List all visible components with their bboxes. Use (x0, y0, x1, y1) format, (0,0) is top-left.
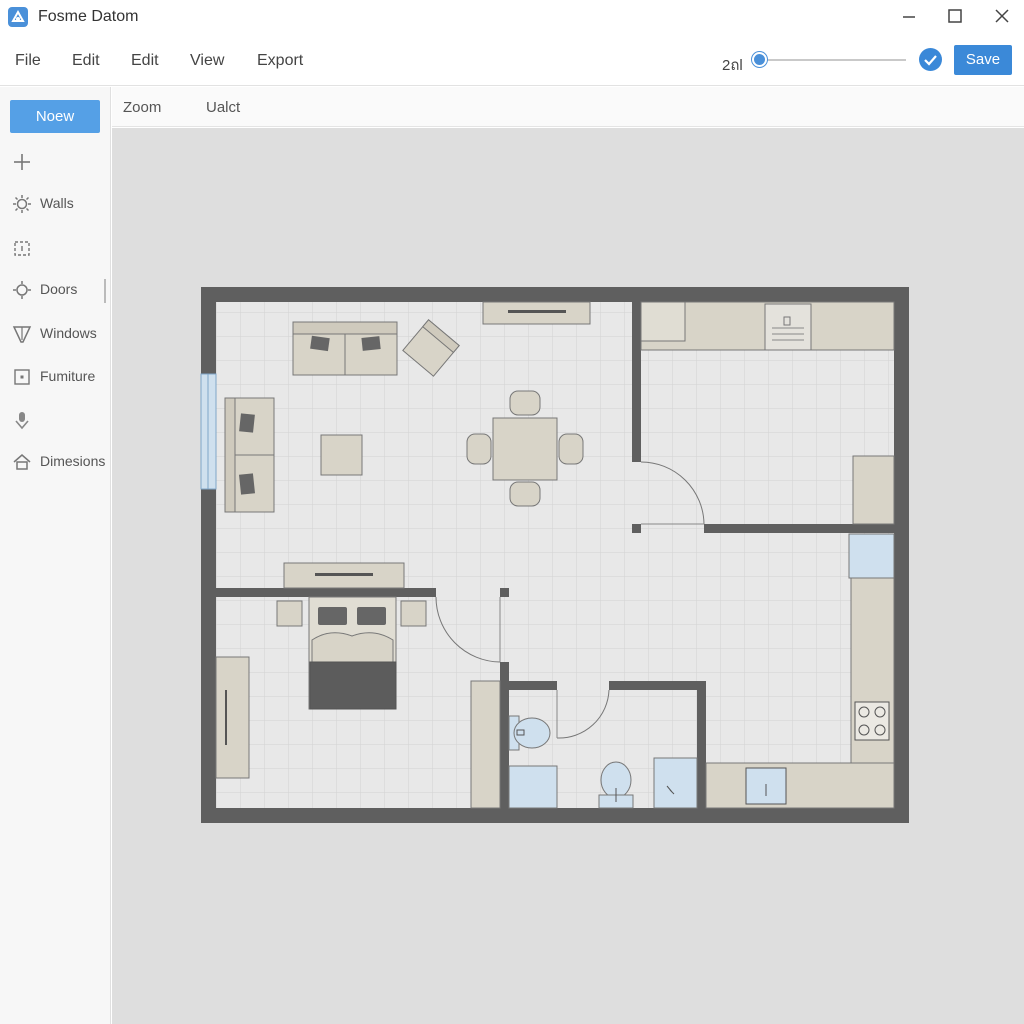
unit-tab[interactable]: Ualct (206, 99, 240, 116)
kitchen-counter-top[interactable] (640, 301, 895, 351)
zoom-slider-thumb[interactable] (752, 52, 767, 67)
dimensions-icon (12, 452, 32, 472)
app-logo-icon (8, 7, 28, 27)
tool-doors-label: Doors (40, 281, 78, 297)
bath-toilet-left[interactable] (508, 715, 551, 751)
save-button[interactable]: Save (954, 45, 1012, 75)
menu-file[interactable]: File (15, 52, 41, 70)
zoom-slider-track[interactable] (756, 59, 906, 61)
wall-bath-top-left[interactable] (509, 681, 557, 690)
doors-icon (12, 280, 32, 300)
tv-unit-top[interactable] (482, 301, 591, 325)
title-bar: Fosme Datom (0, 0, 1024, 34)
new-button[interactable]: Noew (10, 100, 100, 133)
tool-furniture-label: Fumiture (40, 368, 96, 384)
pin-icon (12, 410, 32, 430)
canvas-toolbar: Zoom Ualct (112, 87, 1024, 127)
nightstand-right[interactable] (400, 600, 427, 627)
kitchen-sink[interactable] (745, 767, 787, 805)
wall-bath-left[interactable] (500, 662, 509, 808)
stove[interactable] (854, 701, 890, 741)
wall-bath-right[interactable] (697, 681, 706, 808)
kitchen-cabinet-blue[interactable] (848, 533, 895, 579)
menu-bar: File Edit Edit View Export 2ถl Save (0, 40, 1024, 86)
menu-edit[interactable]: Edit (72, 52, 100, 70)
tools-sidebar: Noew Walls Doors Windows Fumiture Dimesi… (0, 87, 111, 1024)
wall-kitchen-left[interactable] (632, 302, 641, 462)
sidebar-scrollbar[interactable] (104, 279, 106, 303)
menu-view[interactable]: View (190, 52, 224, 70)
fridge[interactable] (852, 455, 895, 525)
tool-dimensions-label: Dimesions (40, 453, 106, 469)
tool-pin[interactable] (10, 407, 110, 433)
wall-post-2[interactable] (500, 588, 509, 597)
tool-dimensions[interactable]: Dimesions (10, 449, 110, 475)
sofa-top[interactable] (292, 321, 398, 376)
wall-post[interactable] (632, 524, 641, 533)
tool-windows[interactable]: Windows (10, 321, 110, 347)
wall-bath-top-right[interactable] (609, 681, 705, 690)
nightstand-left[interactable] (276, 600, 303, 627)
bath-toilet[interactable] (598, 761, 634, 809)
tool-walls[interactable]: Walls (10, 191, 110, 217)
plus-icon (12, 152, 32, 172)
tv-unit-bedroom[interactable] (283, 562, 405, 589)
menu-edit-2[interactable]: Edit (131, 52, 159, 70)
coffee-table[interactable] (320, 434, 363, 476)
minimize-icon[interactable] (896, 4, 922, 30)
furniture-icon (12, 367, 32, 387)
tool-walls-label: Walls (40, 195, 74, 211)
floor-grid (216, 302, 894, 808)
zoom-tab[interactable]: Zoom (123, 99, 161, 116)
drawing-canvas[interactable] (112, 128, 1024, 1024)
tool-select[interactable] (10, 235, 110, 261)
confirm-check-icon[interactable] (919, 48, 942, 71)
bath-shower[interactable] (508, 765, 558, 809)
wall-bedroom-top[interactable] (216, 588, 436, 597)
wardrobe[interactable] (215, 656, 250, 779)
tool-doors[interactable]: Doors (10, 277, 110, 303)
close-icon[interactable] (989, 4, 1015, 30)
bed[interactable] (308, 596, 397, 710)
maximize-icon[interactable] (942, 4, 968, 30)
tool-furniture[interactable]: Fumiture (10, 364, 110, 390)
tool-windows-label: Windows (40, 325, 97, 341)
closet[interactable] (470, 680, 501, 809)
bath-sink[interactable] (653, 757, 698, 809)
tool-add[interactable] (10, 149, 110, 175)
floor-plan[interactable] (112, 128, 1024, 1024)
walls-icon (12, 194, 32, 214)
windows-icon (12, 324, 32, 344)
select-icon (12, 238, 32, 258)
zoom-value: 2ถl (722, 57, 743, 74)
menu-export[interactable]: Export (257, 52, 303, 70)
sofa-left[interactable] (224, 397, 275, 513)
wall-kitchen-bottom[interactable] (704, 524, 894, 533)
app-title: Fosme Datom (38, 8, 139, 25)
